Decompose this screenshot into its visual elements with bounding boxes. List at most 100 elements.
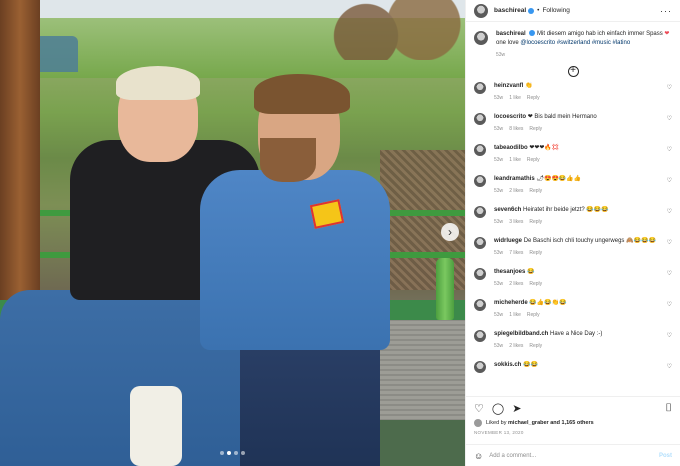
load-more-icon[interactable]: +: [567, 65, 579, 77]
post-comment-button[interactable]: Post: [659, 453, 672, 459]
comment-avatar[interactable]: [474, 267, 486, 280]
comment-likes[interactable]: 2 likes: [509, 188, 523, 194]
comment-like-icon[interactable]: ♡: [667, 239, 672, 247]
comment-username[interactable]: heinzvanfl: [494, 83, 523, 89]
caption-text: Mit diesem amigo hab ich einfach immer S…: [537, 31, 663, 37]
comment-likes[interactable]: 2 likes: [509, 343, 523, 349]
comment-row: heinzvanfl 👏 53w 1 like Reply ♡: [466, 81, 680, 113]
comment-likes[interactable]: 1 like: [509, 95, 521, 101]
comment-username[interactable]: seven6ch: [494, 207, 521, 213]
like-icon[interactable]: ♡: [474, 402, 484, 415]
comment-meta: 53w 2 likes Reply: [494, 342, 664, 350]
save-icon[interactable]: ⌷: [665, 402, 672, 415]
share-icon[interactable]: ➤: [512, 402, 521, 415]
comment-reply[interactable]: Reply: [527, 157, 540, 163]
post-header: baschireal • Following ···: [466, 0, 680, 22]
comment-text: 👏: [525, 82, 533, 89]
comment-username[interactable]: sokkis.ch: [494, 362, 521, 368]
comment-avatar[interactable]: [474, 298, 486, 311]
comment-text: 😂😂: [523, 361, 538, 368]
comment-reply[interactable]: Reply: [529, 188, 542, 194]
comment-likes[interactable]: 2 likes: [509, 281, 523, 287]
comment-text: ❤ Bis bald mein Hermano: [527, 113, 597, 120]
comment-like-icon[interactable]: ♡: [667, 177, 672, 185]
comment-reply[interactable]: Reply: [529, 281, 542, 287]
comment-reply[interactable]: Reply: [527, 312, 540, 318]
action-icons: ♡ ◯ ➤ ⌷: [474, 402, 672, 415]
caption-mention[interactable]: @locoescrito: [520, 40, 555, 46]
comment-time: 53w: [494, 280, 504, 287]
comment-likes[interactable]: 1 like: [509, 157, 521, 163]
caption-heart-icon: ❤: [664, 31, 670, 37]
comment-row: spiegelbildband.ch Have a Nice Day :-) 53…: [466, 329, 680, 361]
comment-likes[interactable]: 7 likes: [509, 250, 523, 256]
caption-avatar[interactable]: [474, 31, 488, 45]
comment-likes[interactable]: 8 likes: [509, 126, 523, 132]
comment-like-icon[interactable]: ♡: [667, 270, 672, 278]
post-side-panel: baschireal • Following ··· baschireal Mi…: [465, 0, 680, 466]
comment-like-icon[interactable]: ♡: [667, 115, 672, 123]
comment-meta: 53w 1 like Reply: [494, 156, 664, 164]
comment-avatar[interactable]: [474, 205, 486, 218]
comment-avatar[interactable]: [474, 174, 486, 187]
carousel-dots: [0, 442, 465, 460]
caption-hashtags[interactable]: #switzerland #music #latino: [557, 40, 630, 46]
caption-verified-icon: [529, 30, 536, 37]
liked-by: Liked by michael_graber and 1,165 others: [474, 419, 672, 427]
liked-by-user[interactable]: michael_graber: [508, 420, 549, 426]
comment-avatar[interactable]: [474, 143, 486, 156]
comment-avatar[interactable]: [474, 329, 486, 342]
comment-username[interactable]: micheherde: [494, 300, 528, 306]
comment-body: thesanjoes 😂 53w 2 likes Reply: [494, 268, 664, 299]
comment-avatar[interactable]: [474, 236, 486, 249]
comment-body: leandramathis 🌶😍😍😂👍👍 53w 2 likes Reply: [494, 175, 664, 206]
author-username[interactable]: baschireal: [494, 7, 526, 14]
comment-like-icon[interactable]: ♡: [667, 146, 672, 154]
comment-username[interactable]: leandramathis: [494, 176, 535, 182]
post-date[interactable]: NOVEMBER 13, 2020: [474, 430, 672, 435]
more-options-icon[interactable]: ···: [660, 6, 672, 16]
instagram-post-view: › baschireal • Following ··· baschireal …: [0, 0, 680, 466]
comment-icon[interactable]: ◯: [492, 402, 504, 415]
comment-avatar[interactable]: [474, 112, 486, 125]
comment-reply[interactable]: Reply: [529, 126, 542, 132]
post-photo[interactable]: ›: [0, 0, 465, 466]
comment-like-icon[interactable]: ♡: [667, 332, 672, 340]
comment-username[interactable]: tabeaodilbo: [494, 145, 528, 151]
comment-likes[interactable]: 1 like: [509, 312, 521, 318]
comment-likes[interactable]: 3 likes: [509, 219, 523, 225]
comment-reply[interactable]: Reply: [527, 95, 540, 101]
comment-body: micheherde 😂👍😂👏😂 53w 1 like Reply: [494, 299, 664, 330]
photo-person-right: [200, 74, 390, 466]
comment-list: heinzvanfl 👏 53w 1 like Reply ♡ locoescrito ❤…: [466, 81, 680, 392]
emoji-icon[interactable]: ☺: [474, 451, 483, 461]
author-avatar[interactable]: [474, 3, 488, 18]
comment-like-icon[interactable]: ♡: [667, 363, 672, 371]
comment-avatar[interactable]: [474, 360, 486, 373]
following-button[interactable]: Following: [542, 7, 569, 14]
comment-reply[interactable]: Reply: [529, 250, 542, 256]
comment-like-icon[interactable]: ♡: [667, 84, 672, 92]
comment-input[interactable]: Add a comment...: [489, 453, 536, 459]
comment-username[interactable]: thesanjoes: [494, 269, 525, 275]
person-right-jacket: [200, 170, 390, 350]
comment-reply[interactable]: Reply: [529, 343, 542, 349]
person-left-hair: [116, 66, 200, 100]
next-photo-button[interactable]: ›: [441, 223, 459, 241]
comment-avatar[interactable]: [474, 81, 486, 94]
carousel-dot: [241, 451, 245, 455]
comment-text: ❤❤❤🔥💢: [529, 144, 560, 151]
caption-username[interactable]: baschireal: [496, 31, 526, 37]
comment-username[interactable]: locoescrito: [494, 114, 526, 120]
comment-time: 53w: [494, 94, 504, 101]
comment-username[interactable]: widrluege: [494, 238, 522, 244]
comments-section[interactable]: baschireal Mit diesem amigo hab ich einf…: [466, 22, 680, 396]
comment-like-icon[interactable]: ♡: [667, 301, 672, 309]
comment-meta: 53w 1 like Reply: [494, 94, 664, 102]
comment-username[interactable]: spiegelbildband.ch: [494, 331, 548, 337]
comment-time: 53w: [494, 156, 504, 163]
comment-reply[interactable]: Reply: [529, 219, 542, 225]
comment-like-icon[interactable]: ♡: [667, 208, 672, 216]
liked-by-others[interactable]: and 1,165 others: [550, 420, 593, 426]
caption-text-2: one love: [496, 39, 519, 46]
